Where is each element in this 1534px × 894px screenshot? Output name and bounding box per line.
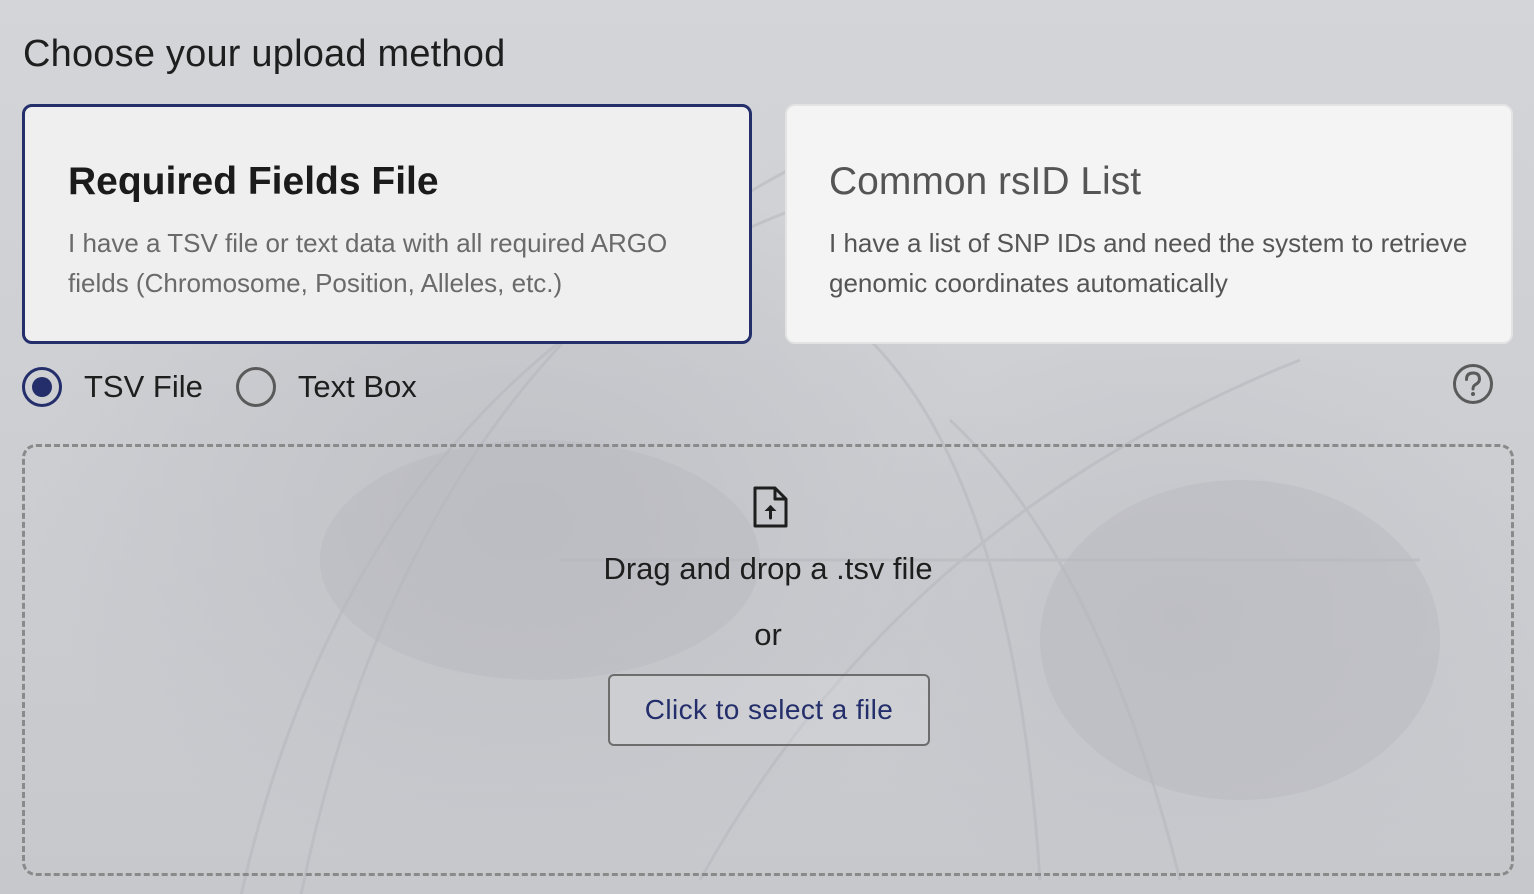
common-rsid-list-card[interactable]: Common rsID List I have a list of SNP ID… [785,104,1513,344]
required-fields-file-card[interactable]: Required Fields File I have a TSV file o… [22,104,752,344]
input-mode-radio-group: TSV File Text Box [22,365,417,409]
file-dropzone[interactable]: Drag and drop a .tsv file or Click to se… [22,444,1514,876]
question-circle-icon[interactable] [1452,363,1494,405]
file-upload-icon [752,485,790,529]
select-file-button[interactable]: Click to select a file [608,674,930,746]
radio-text-box[interactable]: Text Box [235,367,417,407]
or-text: or [754,617,782,652]
page-title: Choose your upload method [23,33,506,75]
card-description: I have a list of SNP IDs and need the sy… [829,228,1468,298]
card-title: Required Fields File [68,160,439,203]
card-description: I have a TSV file or text data with all … [68,228,668,298]
radio-button-checked[interactable] [22,367,62,407]
radio-label: TSV File [84,369,203,404]
radio-button-unchecked[interactable] [235,367,276,407]
radio-label: Text Box [297,369,417,404]
drag-drop-text: Drag and drop a .tsv file [603,551,933,586]
card-title: Common rsID List [829,160,1142,203]
radio-tsv-file[interactable]: TSV File [22,367,203,407]
radio-dot [32,377,52,397]
